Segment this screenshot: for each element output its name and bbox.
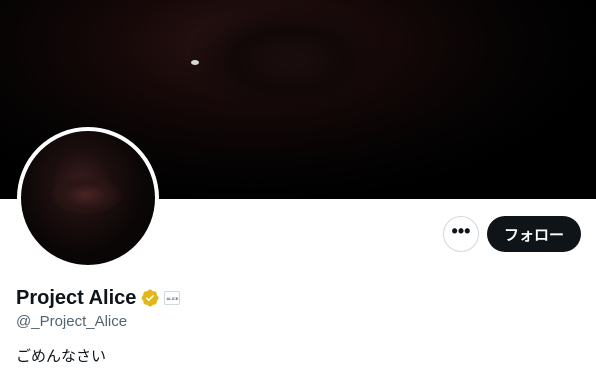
- display-name: Project Alice: [16, 286, 137, 309]
- profile-handle: @_Project_Alice: [16, 313, 128, 330]
- avatar-artwork: [51, 176, 121, 214]
- profile-bio: ごめんなさい: [16, 347, 107, 365]
- profile-name-row: Project Alice ALICE: [16, 286, 181, 310]
- affiliate-badge-text: ALICE: [166, 295, 179, 301]
- more-options-button[interactable]: •••: [443, 216, 479, 252]
- verified-badge-icon[interactable]: [140, 288, 160, 308]
- follow-button-label: フォロー: [503, 226, 564, 244]
- more-horizontal-icon: •••: [451, 221, 471, 241]
- banner-highlight: [191, 60, 199, 65]
- avatar[interactable]: [17, 127, 159, 269]
- banner-artwork: [190, 5, 390, 115]
- affiliate-badge-icon[interactable]: ALICE: [164, 291, 181, 305]
- follow-button[interactable]: フォロー: [487, 216, 581, 252]
